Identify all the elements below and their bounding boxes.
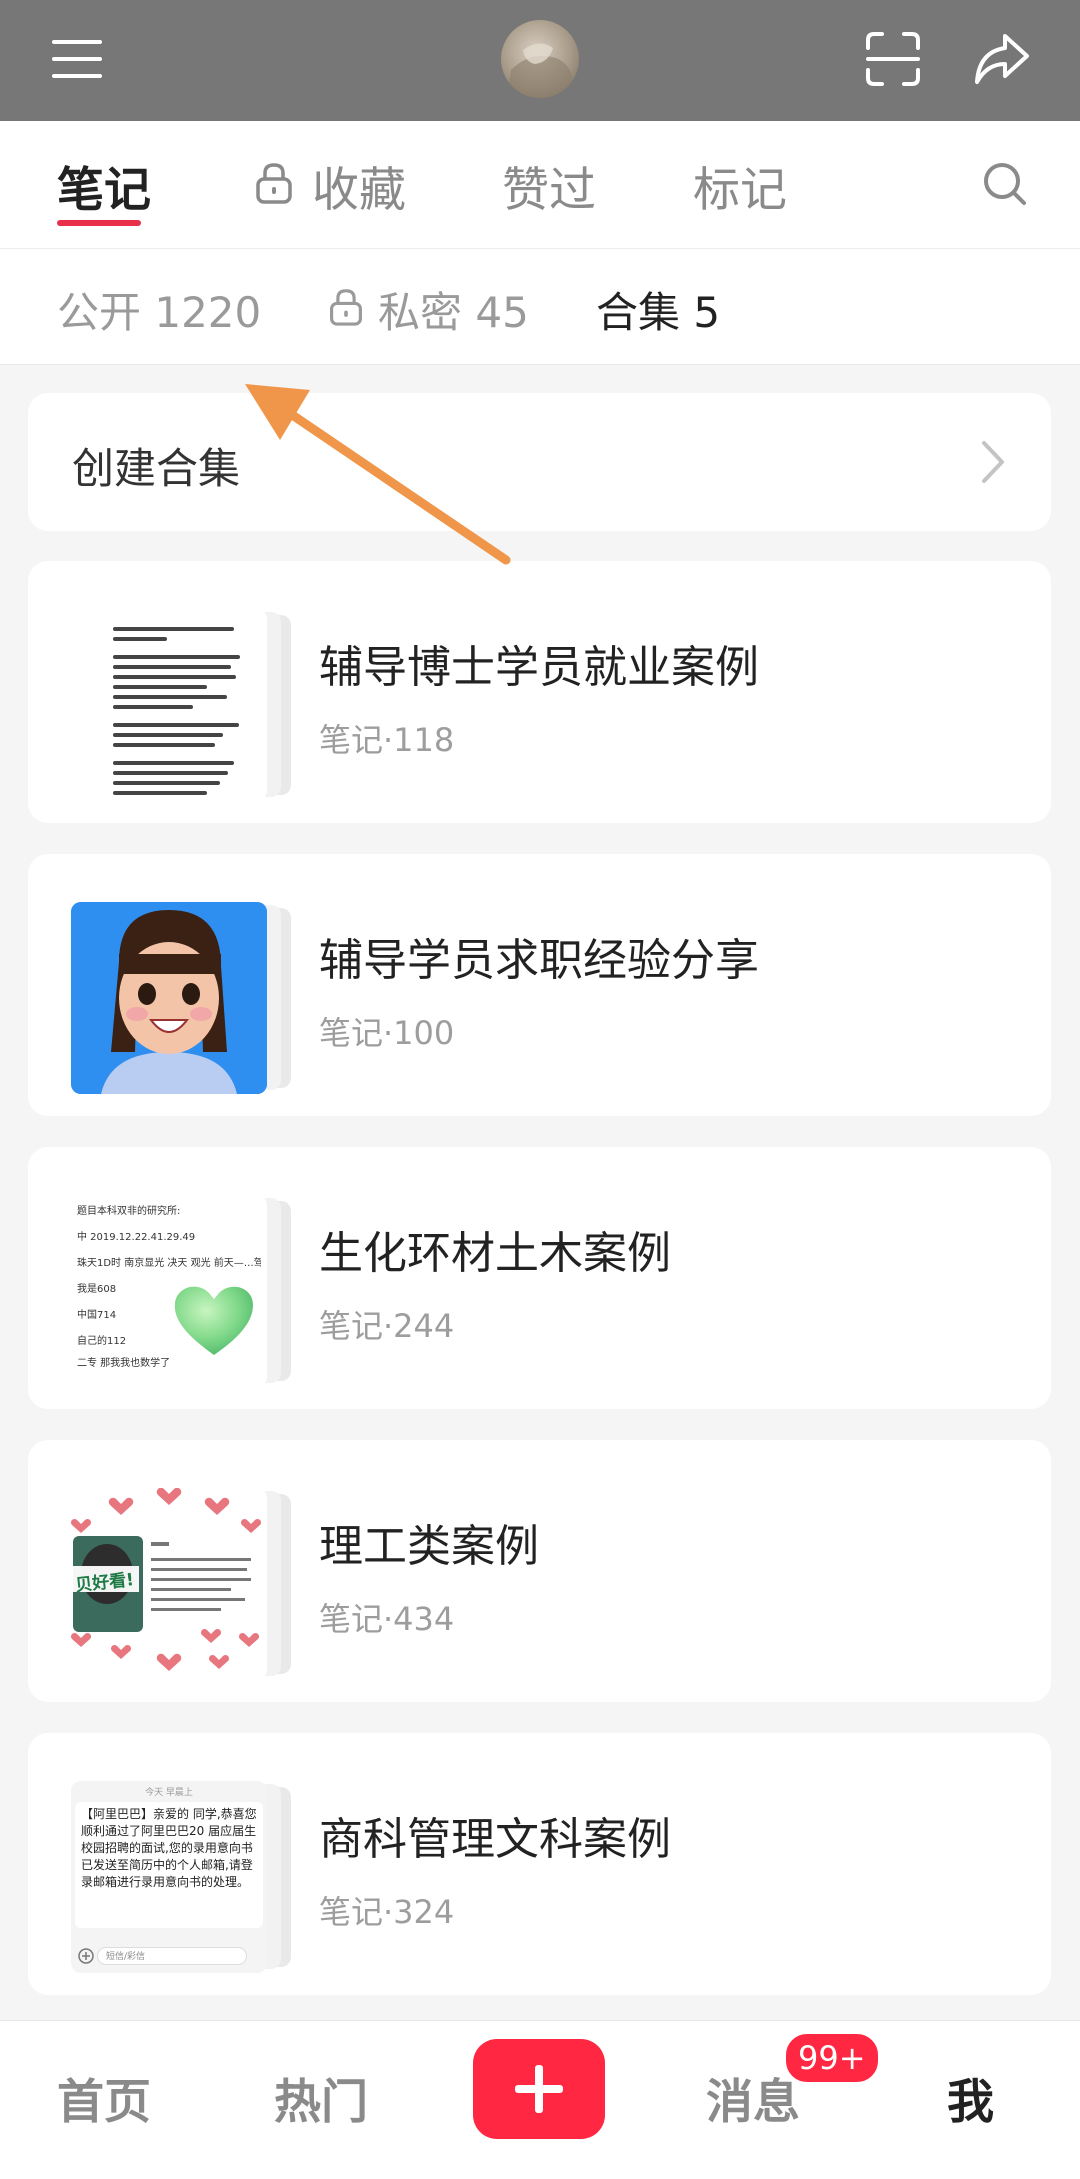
collection-count: 笔记·100 bbox=[319, 1014, 455, 1052]
create-post-button[interactable] bbox=[473, 2039, 605, 2139]
document-thumbnail bbox=[71, 609, 267, 801]
collection-title: 生化环材土木案例 bbox=[319, 1228, 671, 1279]
thumb-line: 中 2019.12.22.41.29.49 bbox=[77, 1232, 196, 1243]
plus-icon bbox=[515, 2065, 563, 2113]
thumb-message: 【阿里巴巴】亲爱的 同学,恭喜您顺利通过了阿里巴巴20 届应届生校园招聘的面试,… bbox=[75, 1802, 263, 1928]
collection-title: 辅导博士学员就业案例 bbox=[319, 642, 759, 693]
collection-card[interactable]: 题目本科双非的研究所: 中 2019.12.22.41.29.49 珠天1D时 … bbox=[28, 1147, 1051, 1409]
nav-me[interactable]: 我 bbox=[947, 2063, 994, 2132]
collection-card[interactable]: 辅导博士学员就业案例 笔记·118 bbox=[28, 561, 1051, 823]
collection-card[interactable]: 贝好看! 理工类案例 笔记·434 bbox=[28, 1440, 1051, 1702]
collection-count: 笔记·324 bbox=[319, 1893, 455, 1931]
collection-count: 笔记·244 bbox=[319, 1307, 455, 1345]
thumb-input: 短信/彩信 bbox=[97, 1947, 247, 1965]
text-heart-thumbnail: 题目本科双非的研究所: 中 2019.12.22.41.29.49 珠天1D时 … bbox=[71, 1195, 267, 1387]
collection-title: 商科管理文科案例 bbox=[319, 1814, 671, 1865]
collection-count: 笔记·434 bbox=[319, 1600, 455, 1638]
collection-card[interactable]: 今天 早晨上 【阿里巴巴】亲爱的 同学,恭喜您顺利通过了阿里巴巴20 届应届生校… bbox=[28, 1733, 1051, 1995]
thumb-line: 题目本科双非的研究所: bbox=[77, 1206, 181, 1217]
collection-thumbnail: 贝好看! bbox=[71, 1488, 291, 1680]
collection-count: 笔记·118 bbox=[319, 721, 455, 759]
add-icon bbox=[77, 1947, 95, 1969]
nav-hot[interactable]: 热门 bbox=[274, 2063, 368, 2132]
chat-offer-thumbnail: 今天 早晨上 【阿里巴巴】亲爱的 同学,恭喜您顺利通过了阿里巴巴20 届应届生校… bbox=[71, 1781, 267, 1973]
collection-title: 辅导学员求职经验分享 bbox=[319, 935, 759, 986]
collection-title: 理工类案例 bbox=[319, 1521, 539, 1572]
thumb-header: 今天 早晨上 bbox=[145, 1788, 193, 1798]
bottom-navigation: 首页 热门 消息 99+ 我 bbox=[0, 2020, 1080, 2179]
thumb-line: 珠天1D时 南京显光 决天 观光 前天—…驾 bbox=[77, 1258, 261, 1269]
collection-card[interactable]: 辅导学员求职经验分享 笔记·100 bbox=[28, 854, 1051, 1116]
collection-thumbnail bbox=[71, 902, 291, 1094]
nav-home[interactable]: 首页 bbox=[57, 2063, 151, 2132]
collection-thumbnail bbox=[71, 609, 291, 801]
collection-thumbnail: 题目本科双非的研究所: 中 2019.12.22.41.29.49 珠天1D时 … bbox=[71, 1195, 291, 1387]
collection-thumbnail: 今天 早晨上 【阿里巴巴】亲爱的 同学,恭喜您顺利通过了阿里巴巴20 届应届生校… bbox=[71, 1781, 291, 1973]
annotation-arrow bbox=[245, 384, 511, 565]
messages-badge: 99+ bbox=[783, 2031, 881, 2085]
green-heart-icon bbox=[174, 1286, 253, 1355]
cartoon-girl-thumbnail bbox=[71, 902, 267, 1094]
hearts-photo-thumbnail: 贝好看! bbox=[71, 1488, 267, 1680]
